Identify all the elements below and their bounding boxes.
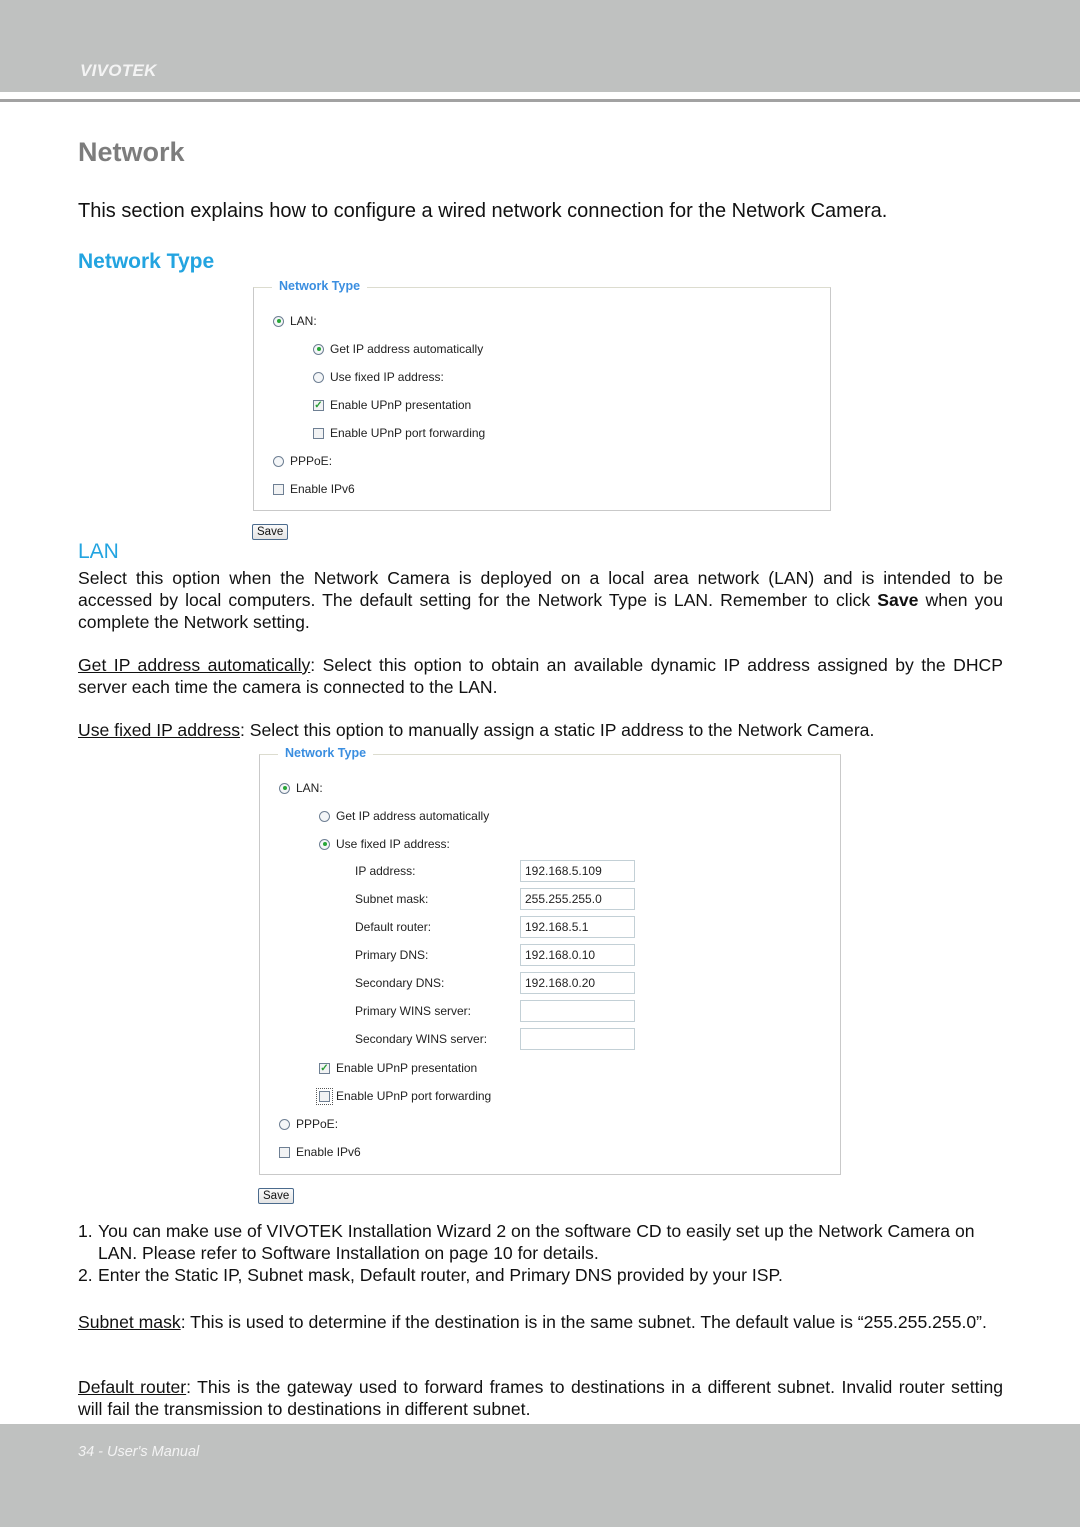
get-ip-auto-term: Get IP address automatically <box>78 655 311 675</box>
ipv6-label: Enable IPv6 <box>296 1145 361 1159</box>
default-router-label: Default router: <box>355 920 432 934</box>
network-type-panel-default: Network Type LAN: Get IP address automat… <box>253 279 831 511</box>
primary-wins-input[interactable] <box>520 1000 635 1022</box>
note-number: 1. <box>78 1221 93 1241</box>
fixed-ip-label: Use fixed IP address: <box>330 370 444 384</box>
get-ip-auto-description: Get IP address automatically: Select thi… <box>78 654 1003 698</box>
pppoe-option[interactable]: PPPoE: <box>279 1117 338 1131</box>
get-ip-auto-option[interactable]: Get IP address automatically <box>319 809 489 823</box>
secondary-wins-input[interactable] <box>520 1028 635 1050</box>
section-heading-network-type: Network Type <box>78 250 215 273</box>
upnp-presentation-checkbox[interactable]: ✓ <box>313 399 324 411</box>
upnp-presentation-label: Enable UPnP presentation <box>330 398 472 412</box>
default-router-input[interactable] <box>520 916 635 938</box>
upnp-port-forwarding-checkbox[interactable] <box>313 427 324 439</box>
lan-label: LAN: <box>296 781 323 795</box>
get-ip-auto-label: Get IP address automatically <box>336 809 490 823</box>
upnp-port-forwarding-label: Enable UPnP port forwarding <box>336 1089 492 1103</box>
header-divider <box>0 99 1080 102</box>
lan-description-text: Select this option when the Network Came… <box>78 568 1003 610</box>
ipv6-option[interactable]: Enable IPv6 <box>279 1145 361 1159</box>
upnp-presentation-option[interactable]: ✓ Enable UPnP presentation <box>319 1061 477 1075</box>
lan-radio[interactable] <box>273 315 284 327</box>
secondary-dns-input[interactable] <box>520 972 635 994</box>
default-router-term: Default router <box>78 1377 187 1397</box>
network-type-panel-fixed-ip: Network Type LAN: Get IP address automat… <box>259 746 841 1175</box>
lan-description: Select this option when the Network Came… <box>78 567 1003 633</box>
save-button[interactable]: Save <box>258 1188 295 1204</box>
get-ip-auto-radio[interactable] <box>313 343 324 355</box>
upnp-presentation-label: Enable UPnP presentation <box>336 1061 478 1075</box>
primary-dns-input[interactable] <box>520 944 635 966</box>
note-text: You can make use of VIVOTEK Installation… <box>98 1221 975 1263</box>
upnp-port-forwarding-option[interactable]: Enable UPnP port forwarding <box>316 1087 492 1105</box>
ipv6-checkbox[interactable] <box>273 483 284 495</box>
lan-heading: LAN <box>78 540 119 563</box>
header-band <box>0 0 1080 92</box>
fixed-ip-description: Use fixed IP address: Select this option… <box>78 719 1003 741</box>
primary-dns-label: Primary DNS: <box>355 948 429 962</box>
upnp-port-forwarding-label: Enable UPnP port forwarding <box>330 426 486 440</box>
pppoe-radio[interactable] <box>273 455 284 467</box>
ipv6-option[interactable]: Enable IPv6 <box>273 482 355 496</box>
lan-option[interactable]: LAN: <box>279 781 323 795</box>
ipv6-checkbox[interactable] <box>279 1146 290 1158</box>
lan-label: LAN: <box>290 314 317 328</box>
subnet-mask-description: Subnet mask: This is used to determine i… <box>78 1311 1003 1333</box>
fixed-ip-text: : Select this option to manually assign … <box>240 720 875 740</box>
panel-legend: Network Type <box>272 279 368 293</box>
note-number: 2. <box>78 1265 93 1285</box>
lan-option[interactable]: LAN: <box>273 314 317 328</box>
fixed-ip-option[interactable]: Use fixed IP address: <box>319 837 450 851</box>
upnp-presentation-option[interactable]: ✓ Enable UPnP presentation <box>313 398 471 412</box>
note-item: 2. Enter the Static IP, Subnet mask, Def… <box>78 1264 1018 1286</box>
page-title: Network <box>78 137 185 167</box>
pppoe-label: PPPoE: <box>296 1117 339 1131</box>
primary-wins-label: Primary WINS server: <box>355 1004 472 1018</box>
get-ip-auto-option[interactable]: Get IP address automatically <box>313 342 483 356</box>
fixed-ip-radio[interactable] <box>313 371 324 383</box>
footer-band <box>0 1424 1080 1527</box>
upnp-port-forwarding-checkbox[interactable] <box>316 1087 333 1105</box>
get-ip-auto-radio[interactable] <box>319 810 330 822</box>
intro-text: This section explains how to configure a… <box>78 200 888 222</box>
subnet-mask-term: Subnet mask <box>78 1312 181 1332</box>
notes-list: 1. You can make use of VIVOTEK Installat… <box>78 1220 1018 1286</box>
save-emphasis: Save <box>877 590 919 610</box>
fixed-ip-label: Use fixed IP address: <box>336 837 450 851</box>
ipv6-label: Enable IPv6 <box>290 482 355 496</box>
page-number: 34 - User's Manual <box>78 1444 200 1460</box>
default-router-description: Default router: This is the gateway used… <box>78 1376 1003 1420</box>
subnet-mask-label: Subnet mask: <box>355 892 429 906</box>
get-ip-auto-label: Get IP address automatically <box>330 342 484 356</box>
note-text: Enter the Static IP, Subnet mask, Defaul… <box>98 1265 783 1285</box>
panel-legend: Network Type <box>278 746 374 760</box>
fixed-ip-radio[interactable] <box>319 838 330 850</box>
pppoe-radio[interactable] <box>279 1118 290 1130</box>
fixed-ip-term: Use fixed IP address <box>78 720 241 740</box>
ip-address-label: IP address: <box>355 864 416 878</box>
brand-logo: VIVOTEK <box>80 61 157 80</box>
fixed-ip-option[interactable]: Use fixed IP address: <box>313 370 444 384</box>
save-button[interactable]: Save <box>252 524 289 540</box>
default-router-text: : This is the gateway used to forward fr… <box>78 1377 1004 1419</box>
subnet-mask-text: : This is used to determine if the desti… <box>180 1312 987 1332</box>
ip-address-input[interactable] <box>520 860 635 882</box>
subnet-mask-input[interactable] <box>520 888 635 910</box>
secondary-wins-label: Secondary WINS server: <box>355 1032 488 1046</box>
secondary-dns-label: Secondary DNS: <box>355 976 445 990</box>
note-item: 1. You can make use of VIVOTEK Installat… <box>78 1220 1018 1264</box>
upnp-presentation-checkbox[interactable]: ✓ <box>319 1062 330 1074</box>
pppoe-option[interactable]: PPPoE: <box>273 454 332 468</box>
lan-radio[interactable] <box>279 782 290 794</box>
pppoe-label: PPPoE: <box>290 454 333 468</box>
upnp-port-forwarding-option[interactable]: Enable UPnP port forwarding <box>313 426 485 440</box>
